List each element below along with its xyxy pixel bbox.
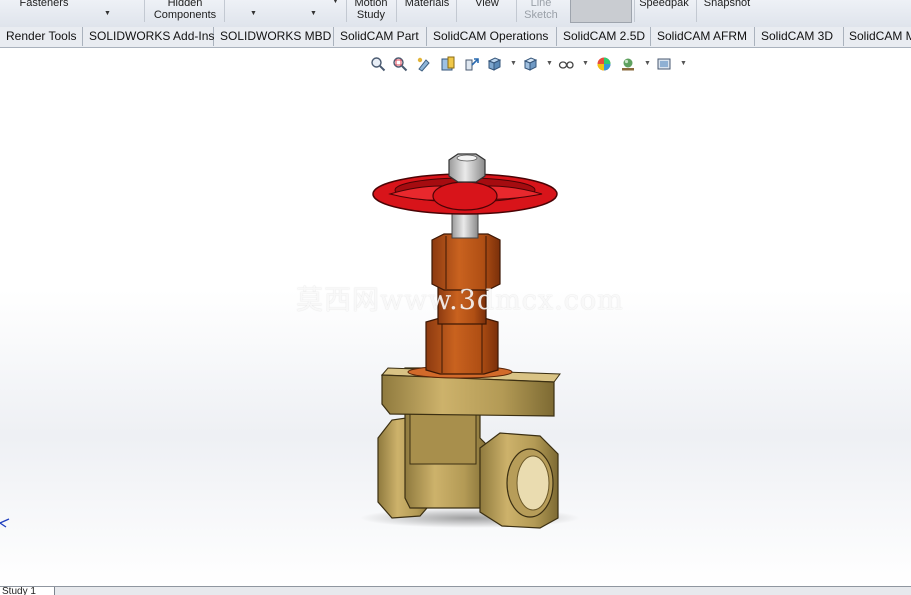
previous-view-icon[interactable] <box>416 56 432 72</box>
reference-triad-icon <box>0 518 10 528</box>
tab-solidworks-add-ins[interactable]: SOLIDWORKS Add-Ins <box>83 27 214 46</box>
hide-show-items-icon[interactable] <box>558 56 574 72</box>
zoom-to-area-icon[interactable] <box>392 56 408 72</box>
fasteners-dropdown-arrow[interactable]: ▼ <box>104 10 111 17</box>
graphics-area[interactable]: ▼ ▼ ▼ ▼ ▼ 莫西网www.3dmcx.com <box>0 48 911 586</box>
bonnet-plate <box>381 374 555 417</box>
watermark-text: 莫西网www.3dmcx.com <box>296 285 624 316</box>
handwheel-hub <box>432 181 498 211</box>
ribbon-separator <box>396 0 397 22</box>
hidden-components-label: Hidden Components <box>153 0 217 21</box>
ribbon-separator <box>696 0 697 22</box>
ribbon-preview-box[interactable] <box>570 0 632 23</box>
display-style-dropdown[interactable]: ▼ <box>546 60 553 67</box>
materials-button[interactable]: Materials <box>400 0 454 9</box>
tab-solidcam-more[interactable]: SolidCAM M <box>843 27 911 46</box>
ribbon-separator <box>144 0 145 22</box>
dropdown-arrow[interactable]: ▼ <box>310 10 317 17</box>
snapshot-button[interactable]: Snapshot <box>700 0 754 9</box>
fasteners-label: Fasteners <box>19 0 69 9</box>
speedpak-button[interactable]: Speedpak <box>636 0 692 9</box>
line-sketch-button[interactable]: Line Sketch <box>520 0 562 21</box>
ribbon-separator <box>456 0 457 22</box>
dropdown-arrow[interactable]: ▼ <box>250 10 257 17</box>
materials-label: Materials <box>404 0 450 9</box>
apply-scene-icon[interactable] <box>620 56 636 72</box>
ribbon-separator <box>516 0 517 22</box>
dropdown-arrow[interactable]: ▼ <box>332 0 339 5</box>
tab-render-tools[interactable]: Render Tools <box>0 27 83 46</box>
view-orientation-dropdown[interactable]: ▼ <box>510 60 517 67</box>
edit-appearance-icon[interactable] <box>596 56 612 72</box>
gate-valve-model[interactable] <box>330 98 590 538</box>
snapshot-label: Snapshot <box>703 0 751 9</box>
ribbon-separator <box>634 0 635 22</box>
ribbon-separator <box>346 0 347 22</box>
display-style-icon[interactable] <box>522 56 538 72</box>
tab-solidcam-3d[interactable]: SolidCAM 3D <box>755 27 844 46</box>
hide-show-dropdown[interactable]: ▼ <box>582 60 589 67</box>
tab-solidcam-afrm[interactable]: SolidCAM AFRM <box>651 27 755 46</box>
command-ribbon: Fasteners ▼ Hidden Components ▼ ▼ ▼ Moti… <box>0 0 911 28</box>
view-orientation-icon[interactable] <box>486 56 502 72</box>
tab-solidcam-part[interactable]: SolidCAM Part <box>334 27 427 46</box>
tab-solidcam-25d[interactable]: SolidCAM 2.5D <box>557 27 651 46</box>
command-manager-tabs: Render Tools SOLIDWORKS Add-Ins SOLIDWOR… <box>0 27 911 48</box>
view-settings-dropdown[interactable]: ▼ <box>680 60 687 67</box>
section-view-icon[interactable] <box>440 56 456 72</box>
view-label: View <box>475 0 499 9</box>
ribbon-separator <box>224 0 225 22</box>
view-settings-icon[interactable] <box>656 56 672 72</box>
speedpak-label: Speedpak <box>639 0 689 9</box>
motion-study-button[interactable]: Motion Study <box>349 0 393 21</box>
zoom-to-fit-icon[interactable] <box>370 56 386 72</box>
bonnet-nut-lower <box>425 317 499 375</box>
valve-stem <box>451 213 479 239</box>
apply-scene-dropdown[interactable]: ▼ <box>644 60 651 67</box>
view-button[interactable]: View <box>462 0 512 9</box>
line-sketch-label: Line Sketch <box>524 0 558 21</box>
hidden-components-button[interactable]: Hidden Components <box>148 0 222 21</box>
valve-port-inner <box>516 455 550 511</box>
tab-solidworks-mbd[interactable]: SOLIDWORKS MBD <box>214 27 334 46</box>
fasteners-button[interactable]: Fasteners <box>16 0 72 9</box>
motion-study-label: Motion Study <box>354 0 388 21</box>
tab-solidcam-operations[interactable]: SolidCAM Operations <box>427 27 557 46</box>
dynamic-annotation-icon[interactable] <box>464 56 480 72</box>
